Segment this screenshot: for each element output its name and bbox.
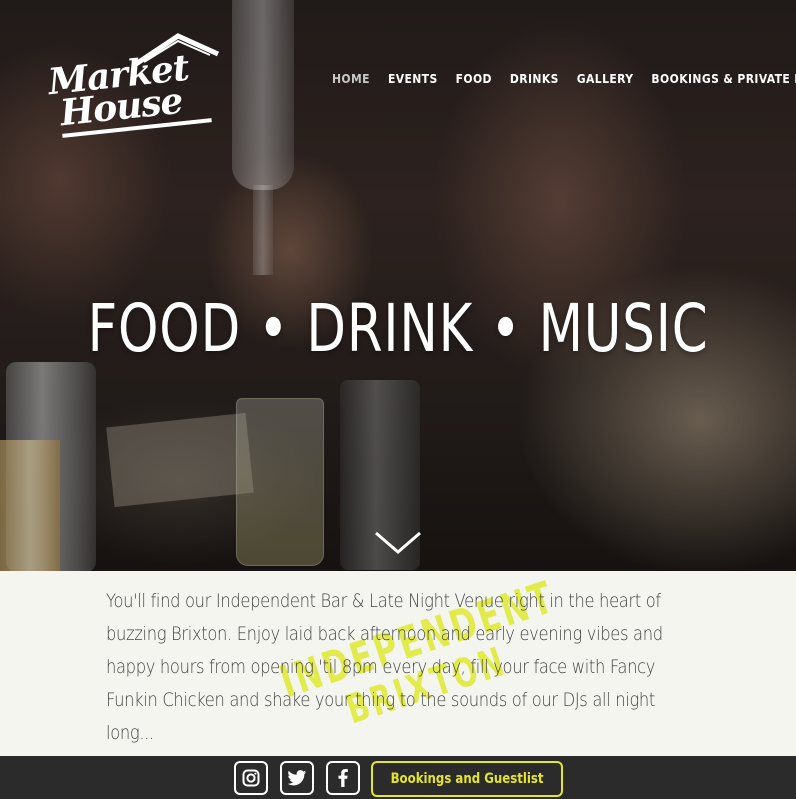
nav-item-food[interactable]: FOOD (456, 72, 492, 86)
nav-item-home[interactable]: HOME (332, 72, 370, 86)
nav-item-bookings[interactable]: BOOKINGS & PRIVATE HIRE (651, 72, 796, 86)
bookings-guestlist-button[interactable]: Bookings and Guestlist (371, 761, 563, 797)
nav-item-drinks[interactable]: DRINKS (510, 72, 559, 86)
intro-text: You'll find our Independent Bar & Late N… (106, 590, 663, 744)
action-bar: Bookings and Guestlist (0, 756, 796, 799)
main-nav: HOME EVENTS FOOD DRINKS GALLERY BOOKINGS… (332, 72, 796, 86)
site-logo[interactable]: Market House (46, 32, 222, 138)
intro-section: INDEPENDENT BRIXTON You'll find our Inde… (0, 571, 796, 756)
facebook-icon (338, 769, 348, 787)
hero-section: Market House HOME EVENTS FOOD DRINKS GAL… (0, 0, 796, 571)
twitter-icon (287, 769, 307, 785)
instagram-icon (242, 769, 260, 787)
facebook-button[interactable] (326, 761, 360, 795)
nav-item-events[interactable]: EVENTS (388, 72, 438, 86)
instagram-button[interactable] (234, 761, 268, 795)
chevron-down-icon[interactable] (374, 530, 422, 556)
hero-headline: FOOD • DRINK • MUSIC (87, 290, 709, 367)
bookings-guestlist-label: Bookings and Guestlist (390, 771, 544, 787)
twitter-button[interactable] (280, 761, 314, 795)
nav-item-gallery[interactable]: GALLERY (577, 72, 634, 86)
